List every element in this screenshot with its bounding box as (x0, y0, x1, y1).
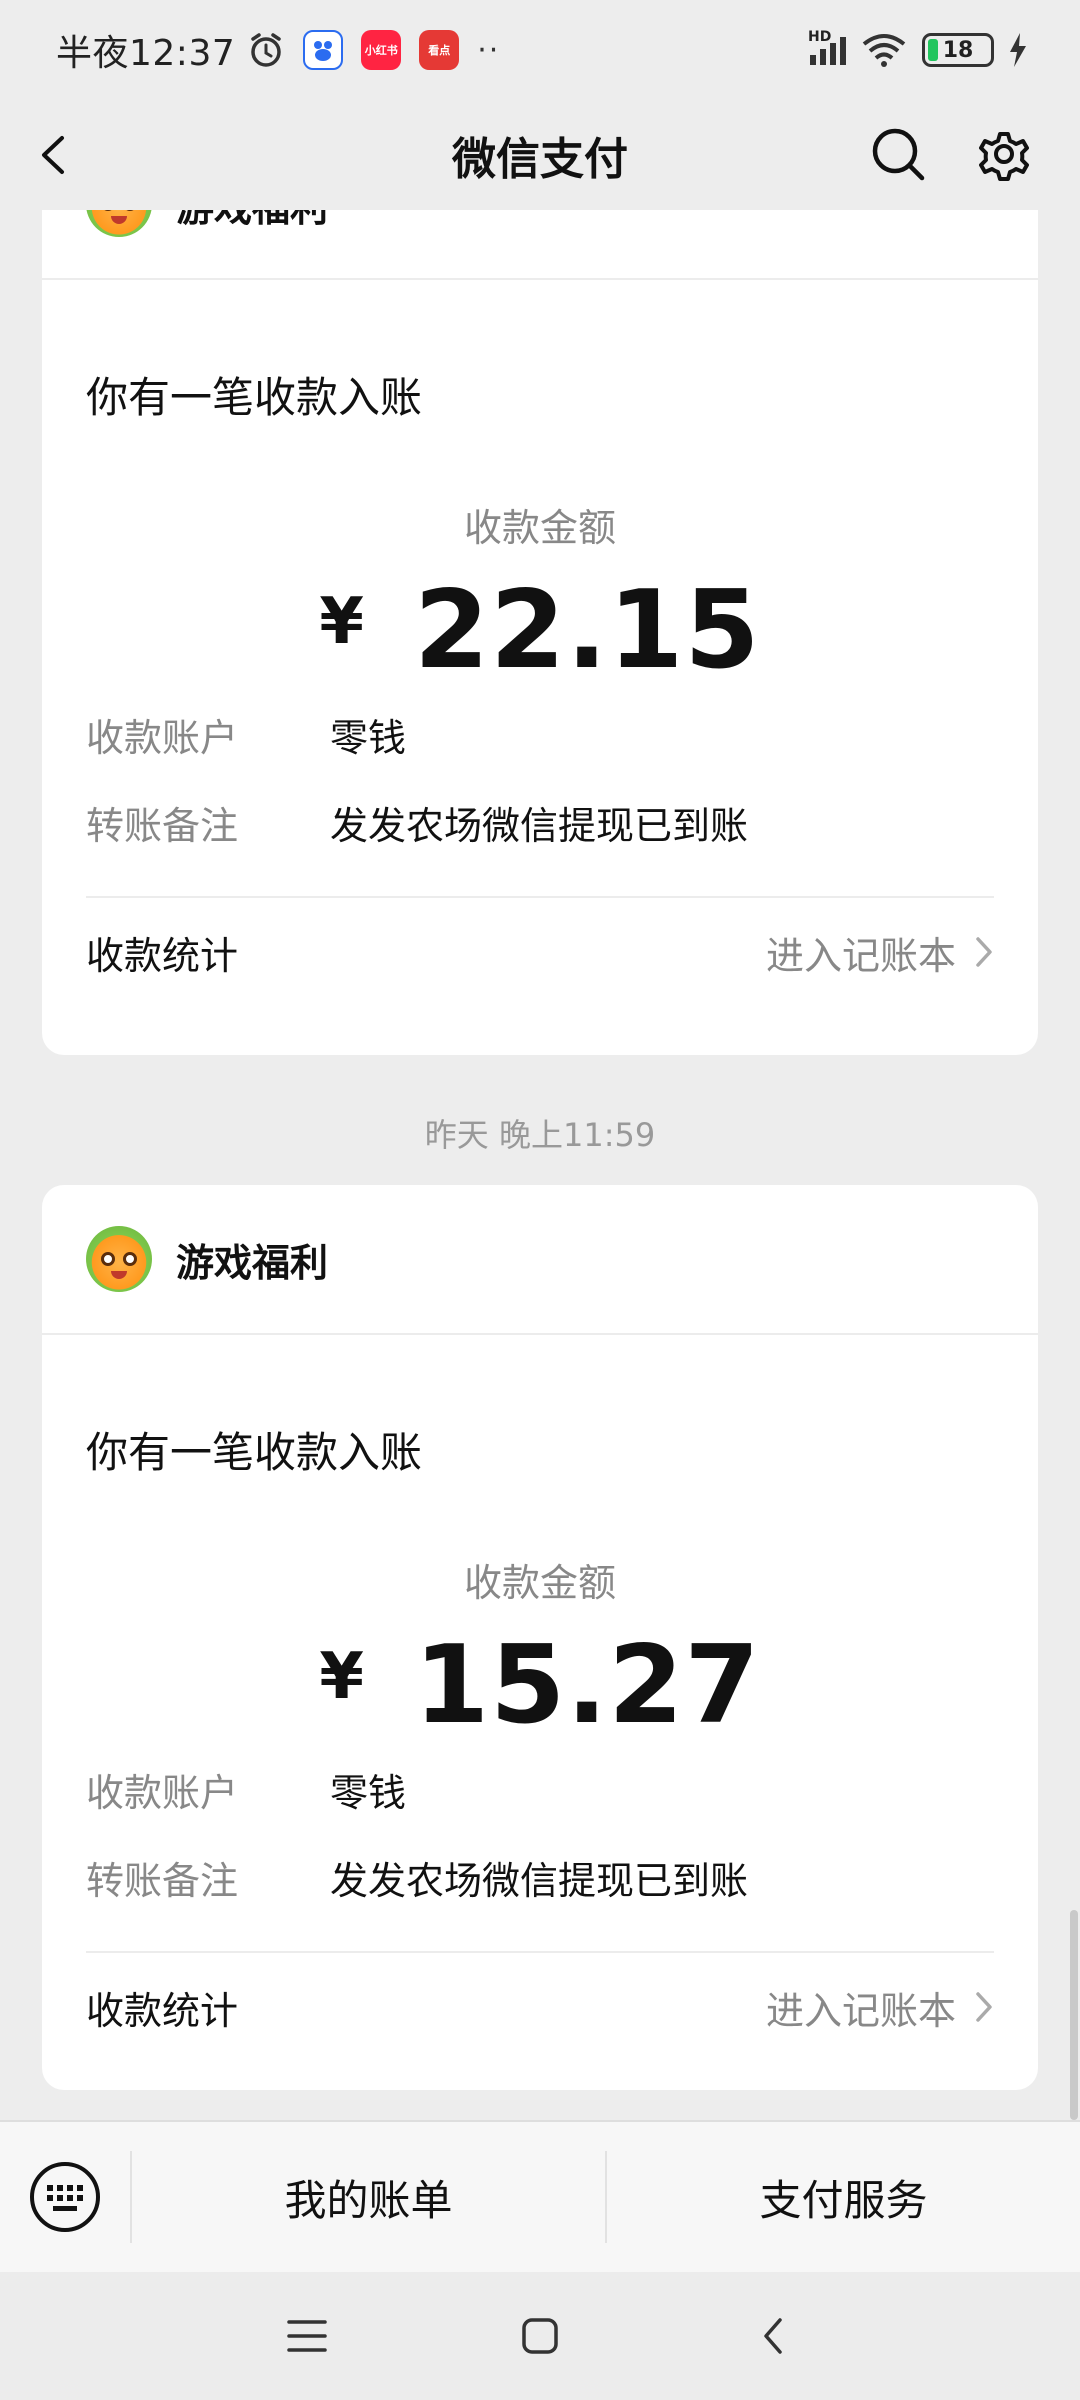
stats-label: 收款统计 (86, 933, 239, 978)
chevron-right-icon (976, 1992, 992, 2022)
sender-name: 游戏福利 (176, 1240, 329, 1285)
sender-name: 游戏福利 (176, 210, 328, 232)
back-icon[interactable] (743, 2306, 803, 2366)
status-system-icons: HD 18 (808, 29, 1028, 68)
status-time: 半夜12:37 (56, 33, 236, 74)
alarm-icon (251, 33, 281, 67)
keyboard-toggle-button[interactable] (0, 2121, 130, 2273)
status-bar: 半夜12:37 小红书 看点 ·· HD 18 (0, 0, 1080, 100)
my-bills-button[interactable]: 我的账单 (132, 2167, 605, 2228)
kandian-app-icon: 看点 (419, 30, 460, 70)
xiaohongshu-app-icon: 小红书 (361, 30, 402, 70)
amount-value: ¥ 22.15 (86, 567, 994, 693)
keyboard-icon (30, 2162, 100, 2232)
stats-row[interactable]: 收款统计 进入记账本 (86, 898, 994, 1006)
info-row-note: 转账备注 发发农场微信提现已到账 (86, 803, 749, 848)
card-headline: 你有一笔收款入账 (86, 1428, 423, 1477)
ledger-link[interactable]: 进入记账本 (766, 925, 994, 980)
top-nav-bar: 微信支付 (0, 100, 1080, 210)
amount-value: ¥ 15.27 (86, 1622, 994, 1748)
info-row-account: 收款账户 零钱 (86, 1770, 407, 1815)
message-list[interactable]: 游戏福利 你有一笔收款入账 收款金额 ¥ 22.15 收款账户 零钱 转账备注 … (0, 210, 1080, 2120)
payment-card[interactable]: 游戏福利 你有一笔收款入账 收款金额 ¥ 22.15 收款账户 零钱 转账备注 … (42, 210, 1038, 1055)
card-header: 游戏福利 (42, 1185, 1038, 1335)
scrollbar[interactable] (1070, 1910, 1078, 2120)
chevron-right-icon (976, 937, 992, 967)
menu-icon[interactable] (277, 2306, 337, 2366)
battery-indicator: 18 (922, 33, 994, 67)
stats-label: 收款统计 (86, 1988, 239, 2033)
amount-number: 22.15 (413, 567, 761, 693)
game-welfare-logo-icon (86, 1226, 152, 1292)
game-welfare-logo-icon (86, 210, 152, 237)
amount-number: 15.27 (413, 1622, 761, 1748)
more-notifications: ·· (477, 32, 501, 68)
gear-icon[interactable] (972, 122, 1036, 186)
status-notification-icons: 小红书 看点 ·· (247, 30, 500, 70)
wifi-icon (862, 34, 906, 67)
system-nav-bar (0, 2272, 1080, 2400)
info-row-account: 收款账户 零钱 (86, 715, 407, 760)
amount-label: 收款金额 (463, 506, 616, 550)
stats-row[interactable]: 收款统计 进入记账本 (86, 1953, 994, 2061)
search-icon[interactable] (866, 122, 930, 186)
info-row-note: 转账备注 发发农场微信提现已到账 (86, 1858, 749, 1903)
message-timestamp: 昨天 晚上11:59 (424, 1116, 656, 1154)
card-headline: 你有一笔收款入账 (86, 373, 423, 422)
card-header: 游戏福利 (42, 210, 1038, 280)
page-title: 微信支付 (452, 134, 628, 185)
baidu-app-icon (303, 30, 344, 70)
home-icon[interactable] (510, 2306, 570, 2366)
bottom-menu-bar: 我的账单 支付服务 (0, 2120, 1080, 2272)
payment-services-button[interactable]: 支付服务 (607, 2167, 1080, 2228)
payment-card[interactable]: 游戏福利 你有一笔收款入账 收款金额 ¥ 15.27 收款账户 零钱 转账备注 … (42, 1185, 1038, 2090)
charging-bolt-icon (1010, 33, 1026, 67)
amount-label: 收款金额 (463, 1561, 616, 1605)
ledger-link[interactable]: 进入记账本 (766, 1980, 994, 2035)
currency-symbol: ¥ (319, 1640, 364, 1714)
cellular-signal-icon: HD (808, 29, 846, 65)
back-chevron-icon[interactable] (30, 130, 80, 180)
currency-symbol: ¥ (319, 585, 364, 659)
